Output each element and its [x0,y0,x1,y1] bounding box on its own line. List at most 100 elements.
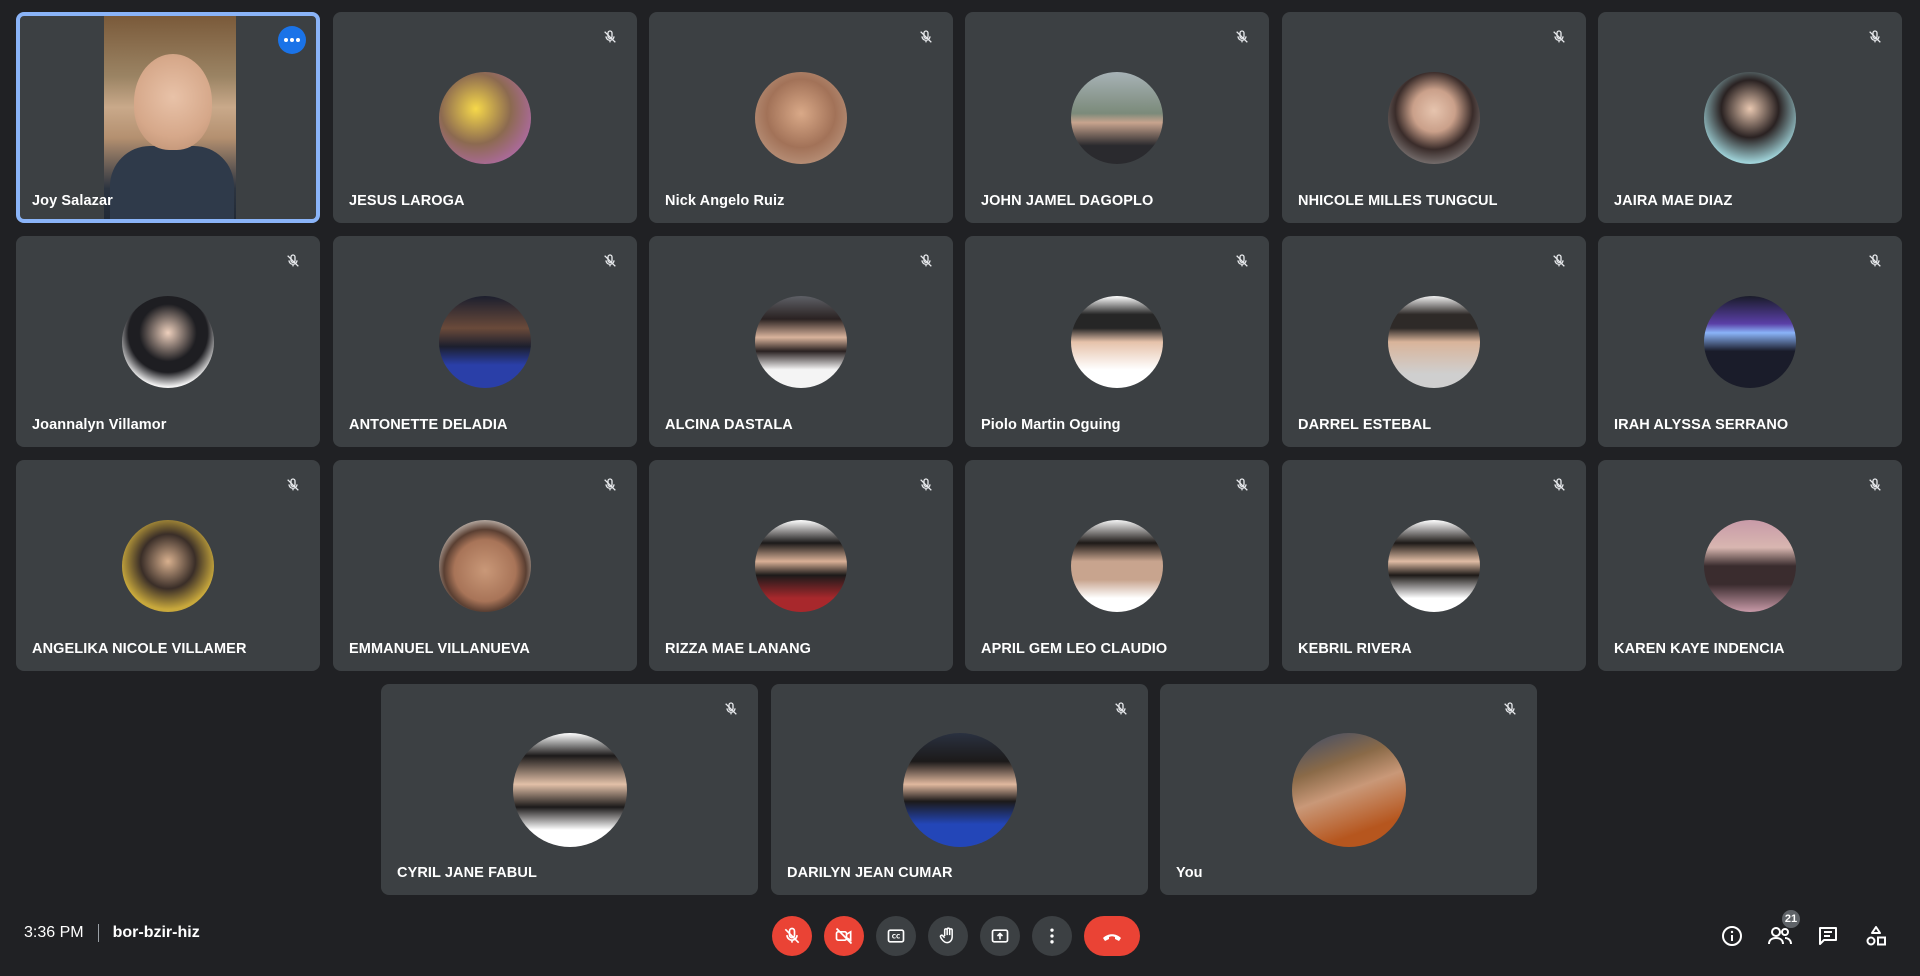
video-person-face [134,54,212,150]
participant-name: Nick Angelo Ruiz [665,193,785,209]
avatar [1704,295,1796,388]
svg-text:CC: CC [892,935,901,941]
avatar [755,295,847,388]
mic-off-icon [1548,250,1570,272]
participant-tile[interactable]: ANGELIKA NICOLE VILLAMER [16,460,320,671]
captions-button[interactable]: CC [876,916,916,956]
mic-off-icon [1231,26,1253,48]
avatar [439,71,531,164]
participant-tile[interactable]: APRIL GEM LEO CLAUDIO [965,460,1269,671]
participant-tile[interactable]: DARREL ESTEBAL [1282,236,1586,447]
bottom-toolbar: 3:36 PM bor-bzir-hiz CC 21 [0,898,1920,976]
mic-off-icon [282,250,304,272]
mic-off-icon [1231,250,1253,272]
avatar [755,519,847,612]
avatar [1704,519,1796,612]
avatar [1291,732,1406,847]
participant-name: NHICOLE MILLES TUNGCUL [1298,193,1498,209]
avatar [1704,71,1796,164]
participant-tile[interactable]: Piolo Martin Oguing [965,236,1269,447]
participant-tile[interactable]: EMMANUEL VILLANUEVA [333,460,637,671]
mic-off-icon [1110,698,1132,720]
more-horiz-icon [284,38,300,42]
participant-tile[interactable]: NHICOLE MILLES TUNGCUL [1282,12,1586,223]
mic-off-icon [599,250,621,272]
avatar [1388,295,1480,388]
participant-tile[interactable]: DARILYN JEAN CUMAR [771,684,1148,895]
participant-name: CYRIL JANE FABUL [397,865,537,881]
participant-tile[interactable]: IRAH ALYSSA SERRANO [1598,236,1902,447]
participant-name: ALCINA DASTALA [665,417,793,433]
more-vert-icon [1050,928,1054,944]
mic-off-icon [915,474,937,496]
participant-video [104,16,236,219]
participant-name: Joy Salazar [32,193,113,209]
meeting-stage: Joy Salazar JESUS LAROGA Nick Angelo Rui… [0,0,1920,976]
participant-tile[interactable]: ANTONETTE DELADIA [333,236,637,447]
chat-button[interactable] [1808,916,1848,956]
avatar [1071,519,1163,612]
captions-icon: CC [887,929,905,943]
avatar [1388,71,1480,164]
mic-off-icon [1864,26,1886,48]
more-options-button[interactable] [1032,916,1072,956]
call-end-icon [1103,934,1121,941]
mic-off-icon [1864,250,1886,272]
chat-icon [1819,927,1837,945]
participant-name: KEBRIL RIVERA [1298,641,1412,657]
mic-off-icon [282,474,304,496]
participant-tile[interactable]: Nick Angelo Ruiz [649,12,953,223]
present-icon [991,929,1009,943]
info-icon [1722,926,1742,946]
participant-name: DARREL ESTEBAL [1298,417,1432,433]
participant-name: EMMANUEL VILLANUEVA [349,641,531,657]
participant-tile[interactable]: KAREN KAYE INDENCIA [1598,460,1902,671]
call-controls: CC [0,898,1920,976]
participant-tile[interactable]: CYRIL JANE FABUL [381,684,758,895]
participant-tile[interactable]: RIZZA MAE LANANG [649,460,953,671]
activities-icon [1866,926,1886,946]
mic-off-icon [915,250,937,272]
participant-name: JOHN JAMEL DAGOPLO [981,193,1154,209]
mic-off-icon [1864,474,1886,496]
avatar [439,519,531,612]
avatar [902,732,1017,847]
mic-off-icon [784,927,800,944]
camera-toggle-button[interactable] [824,916,864,956]
hand-icon [939,927,953,944]
participant-tile[interactable]: KEBRIL RIVERA [1282,460,1586,671]
participant-tile-joy-salazar[interactable]: Joy Salazar [16,12,320,223]
mic-off-icon [1231,474,1253,496]
mic-toggle-button[interactable] [772,916,812,956]
participant-name: JESUS LAROGA [349,193,465,209]
people-button[interactable]: 21 [1760,910,1800,956]
participant-name: ANTONETTE DELADIA [349,417,508,433]
mic-off-icon [599,474,621,496]
participant-tile[interactable]: JOHN JAMEL DAGOPLO [965,12,1269,223]
raise-hand-button[interactable] [928,916,968,956]
more-options-button[interactable] [278,26,306,54]
meeting-details-button[interactable] [1712,916,1752,956]
participant-name: IRAH ALYSSA SERRANO [1614,417,1789,433]
participant-tile[interactable]: JESUS LAROGA [333,12,637,223]
participant-tile[interactable]: ALCINA DASTALA [649,236,953,447]
participant-name: JAIRA MAE DIAZ [1614,193,1733,209]
participant-tile-you[interactable]: You [1160,684,1537,895]
participant-name: KAREN KAYE INDENCIA [1614,641,1785,657]
participant-name: Joannalyn Villamor [32,417,167,433]
participant-tile[interactable]: JAIRA MAE DIAZ [1598,12,1902,223]
participant-name: ANGELIKA NICOLE VILLAMER [32,641,247,657]
video-person-body [110,146,234,219]
participant-name: Piolo Martin Oguing [981,417,1121,433]
avatar [1071,295,1163,388]
present-now-button[interactable] [980,916,1020,956]
mic-off-icon [1548,26,1570,48]
mic-off-icon [720,698,742,720]
leave-call-button[interactable] [1084,916,1140,956]
mic-off-icon [1548,474,1570,496]
participant-name: RIZZA MAE LANANG [665,641,812,657]
activities-button[interactable] [1856,916,1896,956]
participant-name: DARILYN JEAN CUMAR [787,865,953,881]
participant-tile[interactable]: Joannalyn Villamor [16,236,320,447]
avatar [1071,71,1163,164]
